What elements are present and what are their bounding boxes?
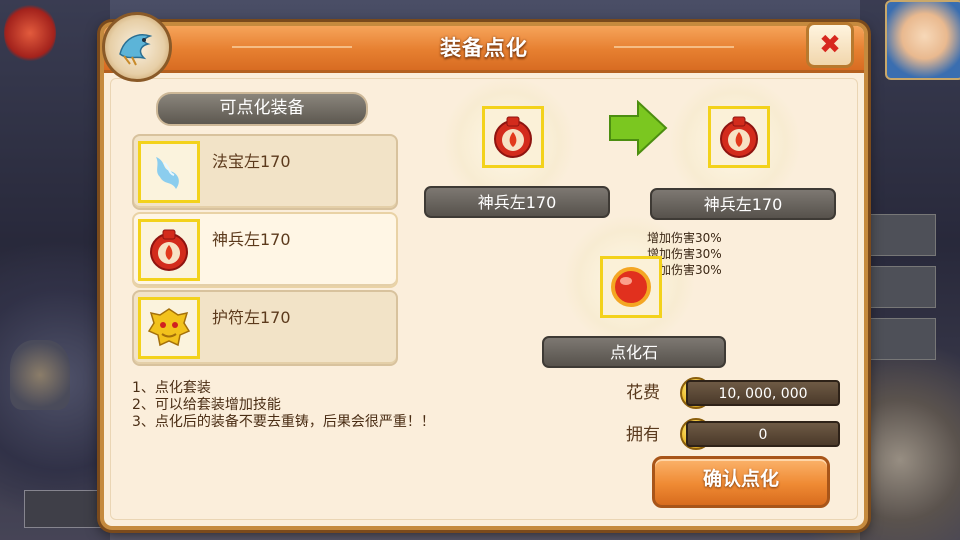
dialog-title: 装备点化 — [440, 36, 528, 60]
result-equipment-name: 神兵左170 — [650, 188, 836, 220]
red-fire-ring-icon — [138, 219, 200, 281]
golden-lion-talisman-icon — [138, 297, 200, 359]
equipment-item-name: 法宝左170 — [212, 152, 291, 171]
background-side-slot — [862, 214, 936, 256]
cost-value: 10, 000, 000 — [686, 380, 840, 406]
qilin-emblem-icon — [102, 12, 172, 82]
bonus-line: 增加伤害30% — [647, 231, 722, 245]
note-line: 3、点化后的装备不要去重铸，后果会很严重！！ — [132, 414, 435, 430]
note-line: 1、点化套装 — [132, 380, 211, 396]
background-bottom-button — [24, 490, 106, 528]
background-side-slot — [862, 266, 936, 308]
green-arrow-right-icon — [609, 100, 668, 156]
red-orb-stone-icon — [611, 267, 651, 307]
source-equipment-name: 神兵左170 — [424, 186, 610, 218]
result-equipment-slot[interactable] — [708, 106, 770, 168]
close-x-icon: ✖ — [819, 30, 841, 60]
equipment-refine-dialog: 装备点化 ✖ 可点化装备 法宝左170 神兵左170 护符左170 1、点化套装… — [100, 12, 868, 530]
equipment-item-name: 护符左170 — [212, 308, 291, 327]
confirm-refine-button[interactable]: 确认点化 — [652, 456, 830, 508]
equipment-list-header: 可点化装备 — [156, 92, 368, 126]
background-character — [10, 340, 70, 410]
equipment-item-name: 神兵左170 — [212, 230, 291, 249]
fortune-god-icon[interactable] — [4, 2, 56, 64]
red-fire-ring-icon — [494, 116, 532, 158]
refine-notes: 1、点化套装 2、可以给套装增加技能 3、点化后的装备不要去重铸，后果会很严重！… — [132, 380, 435, 431]
equipment-item-hufu[interactable]: 护符左170 — [132, 290, 398, 366]
player-avatar[interactable] — [885, 0, 960, 80]
cost-label: 花费 — [626, 383, 660, 403]
red-fire-ring-icon — [720, 116, 758, 158]
title-bar: 装备点化 — [104, 26, 864, 73]
refine-stone-slot[interactable] — [600, 256, 662, 318]
background-side-slot — [862, 318, 936, 360]
equipment-item-fabao[interactable]: 法宝左170 — [132, 134, 398, 210]
refine-stone-name: 点化石 — [542, 336, 726, 368]
owned-value: 0 — [686, 421, 840, 447]
background-left-shade — [0, 0, 110, 540]
note-line: 2、可以给套装增加技能 — [132, 397, 281, 413]
equipment-item-shenbing[interactable]: 神兵左170 — [132, 212, 398, 288]
source-equipment-slot[interactable] — [482, 106, 544, 168]
owned-label: 拥有 — [626, 425, 660, 445]
close-button[interactable]: ✖ — [806, 22, 854, 68]
blue-spirit-treasure-icon — [138, 141, 200, 203]
